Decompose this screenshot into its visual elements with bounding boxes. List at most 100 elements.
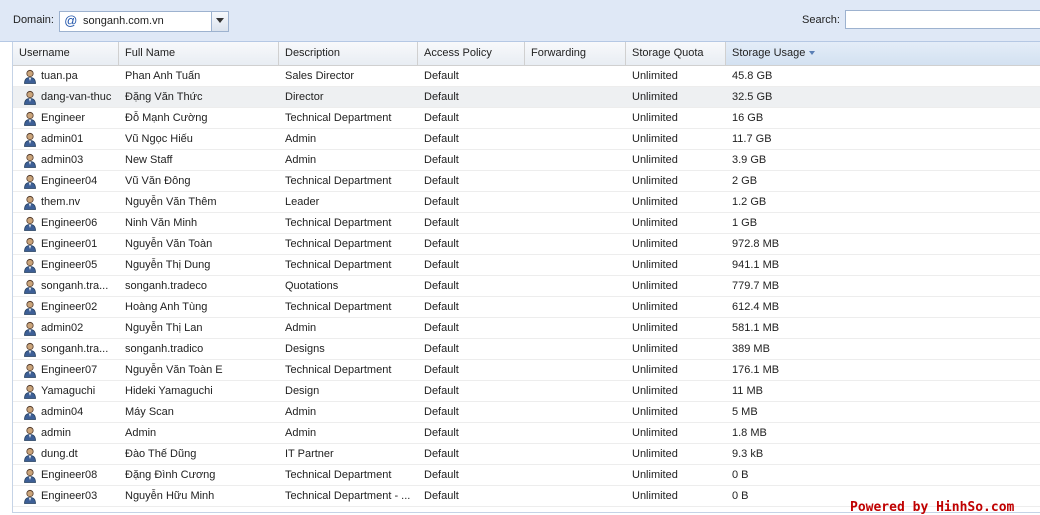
- cell-access-policy: Default: [424, 154, 459, 166]
- table-row[interactable]: dung.dt Đào Thế Dũng IT Partner Default Unli…: [13, 444, 1040, 465]
- cell-access-policy: Default: [424, 469, 459, 481]
- table-row[interactable]: songanh.tra... songanh.tradico Designs Defa…: [13, 339, 1040, 360]
- cell-full-name: Đặng Văn Thức: [125, 91, 203, 103]
- cell-username: songanh.tra...: [41, 343, 109, 355]
- cell-forwarding: [525, 402, 626, 422]
- cell-full-name: Vũ Văn Đông: [125, 175, 191, 187]
- cell-description: Technical Department: [285, 469, 392, 481]
- cell-forwarding: [525, 339, 626, 359]
- col-access-policy-header[interactable]: Access Policy: [418, 42, 525, 65]
- cell-full-name: songanh.tradico: [125, 343, 204, 355]
- cell-forwarding: [525, 171, 626, 191]
- cell-access-policy: Default: [424, 238, 459, 250]
- column-header-label: Description: [285, 47, 341, 59]
- table-row[interactable]: Engineer02 Hoàng Anh Tùng Technical Depart…: [13, 297, 1040, 318]
- cell-username: Yamaguchi: [41, 385, 96, 397]
- col-forwarding-header[interactable]: Forwarding: [525, 42, 626, 65]
- cell-username: Engineer07: [41, 364, 98, 376]
- cell-storage-quota: Unlimited: [632, 364, 678, 376]
- cell-forwarding: [525, 129, 626, 149]
- cell-full-name: Hideki Yamaguchi: [125, 385, 213, 397]
- cell-description: Quotations: [285, 280, 339, 292]
- cell-username: Engineer: [41, 112, 86, 124]
- table-row[interactable]: songanh.tra... songanh.tradeco Quotations D…: [13, 276, 1040, 297]
- search-input[interactable]: [845, 10, 1040, 29]
- cell-forwarding: [525, 381, 626, 401]
- cell-forwarding: [525, 108, 626, 128]
- cell-forwarding: [525, 234, 626, 254]
- at-icon: @: [64, 13, 78, 28]
- table-row[interactable]: admin03 New Staff Admin Default Unlimited 3.9…: [13, 150, 1040, 171]
- table-row[interactable]: Engineer04 Vũ Văn Đông Technical Departmen…: [13, 171, 1040, 192]
- cell-description: Admin: [285, 133, 317, 145]
- sort-descending-icon: [809, 51, 816, 56]
- table-row[interactable]: admin02 Nguyễn Thị Lan Admin Default Unlimit…: [13, 318, 1040, 339]
- cell-description: Sales Director: [285, 70, 355, 82]
- table-row[interactable]: Engineer08 Đặng Đình Cương Technical Depar…: [13, 465, 1040, 486]
- cell-access-policy: Default: [424, 343, 459, 355]
- table-row[interactable]: Yamaguchi Hideki Yamaguchi Design Default Un…: [13, 381, 1040, 402]
- cell-username: Engineer03: [41, 490, 98, 502]
- col-description-header[interactable]: Description: [279, 42, 418, 65]
- cell-storage-usage: 45.8 GB: [732, 70, 773, 82]
- cell-description: Leader: [285, 196, 320, 208]
- col-username-header[interactable]: Username: [13, 42, 119, 65]
- column-header-label: Forwarding: [531, 47, 587, 59]
- cell-description: Technical Department: [285, 364, 392, 376]
- cell-access-policy: Default: [424, 133, 459, 145]
- table-row[interactable]: Engineer07 Nguyễn Văn Toàn E Technical Dep…: [13, 360, 1040, 381]
- cell-username: Engineer06: [41, 217, 98, 229]
- table-row[interactable]: admin01 Vũ Ngọc Hiếu Admin Default Unlimited…: [13, 129, 1040, 150]
- table-row[interactable]: Engineer Đỗ Mạnh Cường Technical Departmen…: [13, 108, 1040, 129]
- grid-body: tuan.pa Phan Anh Tuấn Sales Director Defaul…: [13, 66, 1040, 507]
- cell-storage-quota: Unlimited: [632, 175, 678, 187]
- col-storage-usage-header[interactable]: Storage Usage: [726, 42, 1040, 65]
- col-storage-quota-header[interactable]: Storage Quota: [626, 42, 726, 65]
- cell-access-policy: Default: [424, 280, 459, 292]
- table-row[interactable]: dang-van-thuc Đặng Văn Thức Director Defaul…: [13, 87, 1040, 108]
- table-row[interactable]: admin04 Máy Scan Admin Default Unlimited 5 MB: [13, 402, 1040, 423]
- cell-access-policy: Default: [424, 322, 459, 334]
- table-row[interactable]: tuan.pa Phan Anh Tuấn Sales Director Defaul…: [13, 66, 1040, 87]
- grid-header: Username Full Name Description Access Polic…: [13, 42, 1040, 66]
- cell-full-name: Phan Anh Tuấn: [125, 70, 201, 82]
- domain-select[interactable]: @ songanh.com.vn: [59, 11, 229, 32]
- cell-access-policy: Default: [424, 490, 459, 502]
- cell-username: songanh.tra...: [41, 280, 109, 292]
- col-full-name-header[interactable]: Full Name: [119, 42, 279, 65]
- cell-description: Technical Department: [285, 259, 392, 271]
- cell-access-policy: Default: [424, 385, 459, 397]
- cell-forwarding: [525, 360, 626, 380]
- cell-full-name: Nguyễn Văn Thêm: [125, 196, 217, 208]
- cell-description: Technical Department: [285, 217, 392, 229]
- chevron-down-icon[interactable]: [211, 12, 228, 31]
- table-row[interactable]: admin Admin Admin Default Unlimited 1.8 MB: [13, 423, 1040, 444]
- cell-username: admin01: [41, 133, 84, 145]
- cell-storage-usage: 11 MB: [732, 385, 763, 397]
- cell-access-policy: Default: [424, 406, 459, 418]
- cell-description: Technical Department: [285, 175, 392, 187]
- cell-storage-usage: 1.8 MB: [732, 427, 767, 439]
- cell-username: admin04: [41, 406, 84, 418]
- cell-access-policy: Default: [424, 427, 459, 439]
- cell-storage-usage: 11.7 GB: [732, 133, 772, 145]
- cell-description: Technical Department: [285, 301, 392, 313]
- cell-storage-quota: Unlimited: [632, 322, 678, 334]
- cell-description: Admin: [285, 322, 317, 334]
- cell-forwarding: [525, 423, 626, 443]
- table-row[interactable]: them.nv Nguyễn Văn Thêm Leader Default Unlim…: [13, 192, 1040, 213]
- cell-description: IT Partner: [285, 448, 334, 460]
- cell-access-policy: Default: [424, 70, 459, 82]
- table-row[interactable]: Engineer06 Ninh Văn Minh Technical Departm…: [13, 213, 1040, 234]
- column-header-label: Storage Usage: [732, 47, 806, 59]
- cell-storage-quota: Unlimited: [632, 301, 678, 313]
- column-header-label: Access Policy: [424, 47, 492, 59]
- cell-storage-usage: 0 B: [732, 469, 749, 481]
- cell-forwarding: [525, 486, 626, 506]
- table-row[interactable]: Engineer05 Nguyễn Thị Dung Technical Depar…: [13, 255, 1040, 276]
- cell-storage-quota: Unlimited: [632, 406, 678, 418]
- table-row[interactable]: Engineer01 Nguyễn Văn Toàn Technical Depar…: [13, 234, 1040, 255]
- cell-access-policy: Default: [424, 301, 459, 313]
- cell-forwarding: [525, 255, 626, 275]
- cell-storage-quota: Unlimited: [632, 91, 678, 103]
